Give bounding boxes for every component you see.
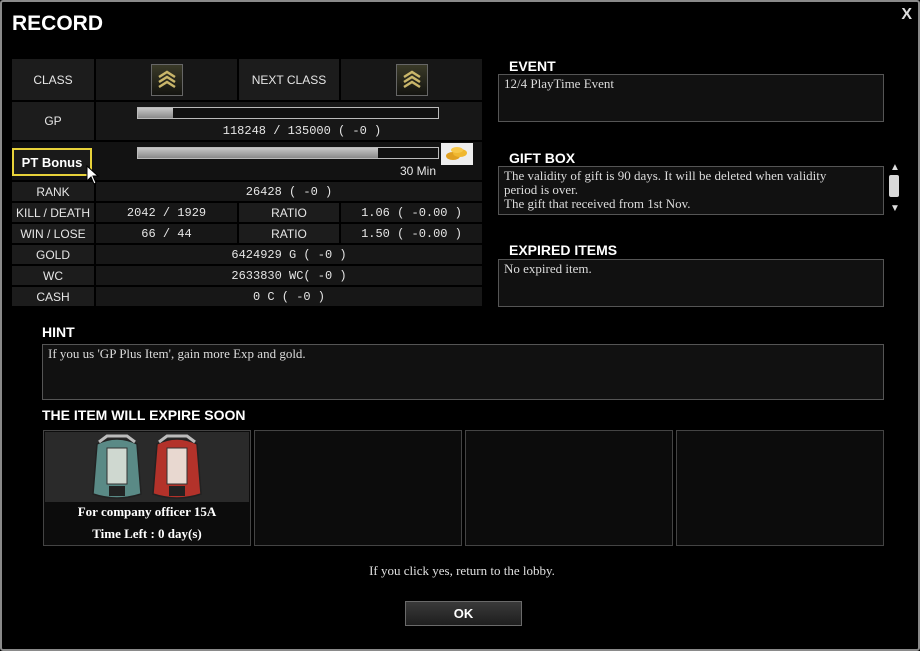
item-name: For company officer 15A <box>77 504 217 519</box>
wc-label: WC <box>12 266 94 285</box>
gift-box-line: The validity of gift is 90 days. It will… <box>504 168 827 183</box>
window-title: RECORD <box>12 12 104 35</box>
item-time-left: Time Left : 0 day(s) <box>92 526 202 541</box>
rank-label: RANK <box>12 182 94 201</box>
wl-ratio-label: RATIO <box>239 224 339 243</box>
expired-items-title: EXPIRED ITEMS <box>509 242 618 258</box>
gift-box-line: period is over. <box>504 182 579 197</box>
hint-title: HINT <box>42 324 75 340</box>
cash-value: 0 C ( -0 ) <box>96 287 482 306</box>
mouse-cursor-icon <box>86 165 100 185</box>
next-class-cell <box>341 59 482 100</box>
gold-value: 6424929 G ( -0 ) <box>96 245 482 264</box>
lobby-notice: If you click yes, return to the lobby. <box>369 563 555 578</box>
cash-label: CASH <box>12 287 94 306</box>
kill-death-value: 2042 / 1929 <box>96 203 237 222</box>
gp-label: GP <box>12 102 94 140</box>
ok-button[interactable]: OK <box>405 601 522 626</box>
event-text: 12/4 PlayTime Event <box>504 76 615 91</box>
hint-box: If you us 'GP Plus Item', gain more Exp … <box>42 344 884 400</box>
expired-items-box: No expired item. <box>498 259 884 307</box>
gold-coins-icon <box>441 143 473 165</box>
pt-bonus-button[interactable]: PT Bonus <box>12 148 92 176</box>
gp-progress-fill <box>138 108 174 118</box>
expire-soon-title: THE ITEM WILL EXPIRE SOON <box>42 407 246 423</box>
win-lose-label: WIN / LOSE <box>12 224 94 243</box>
class-label: CLASS <box>12 59 94 100</box>
event-box: 12/4 PlayTime Event <box>498 74 884 122</box>
gift-box-box: The validity of gift is 90 days. It will… <box>498 166 884 215</box>
item-image <box>45 432 249 502</box>
event-title: EVENT <box>509 58 556 74</box>
pt-bonus-progress-fill <box>138 148 378 158</box>
scroll-down-icon[interactable]: ▼ <box>890 203 900 214</box>
expiring-item-slot[interactable]: For company officer 15A Time Left : 0 da… <box>43 430 251 546</box>
kd-ratio-value: 1.06 ( -0.00 ) <box>341 203 482 222</box>
rank-value: 26428 ( -0 ) <box>96 182 482 201</box>
empty-item-slot <box>465 430 673 546</box>
kill-death-label: KILL / DEATH <box>12 203 94 222</box>
pt-bonus-progress-bar <box>137 147 439 159</box>
close-icon[interactable]: X <box>901 6 912 24</box>
expired-items-text: No expired item. <box>504 261 592 276</box>
class-cell <box>96 59 237 100</box>
gift-box-title: GIFT BOX <box>509 150 576 166</box>
next-class-label: NEXT CLASS <box>239 59 339 100</box>
record-window: RECORD X CLASS NEXT CLASS GP 118248 / 13… <box>0 0 920 651</box>
gift-box-line: The gift that received from 1st Nov. <box>504 196 691 211</box>
wl-ratio-value: 1.50 ( -0.00 ) <box>341 224 482 243</box>
scroll-up-icon[interactable]: ▲ <box>890 162 900 173</box>
pt-bonus-time: 30 Min <box>399 164 436 178</box>
empty-item-slot <box>254 430 462 546</box>
scrollbar-thumb[interactable] <box>889 175 899 197</box>
kd-ratio-label: RATIO <box>239 203 339 222</box>
class-rank-icon <box>150 63 183 96</box>
gp-progress-bar <box>137 107 439 119</box>
gp-value: 118248 / 135000 ( -0 ) <box>222 124 382 138</box>
wc-value: 2633830 WC( -0 ) <box>96 266 482 285</box>
gold-label: GOLD <box>12 245 94 264</box>
empty-item-slot <box>676 430 884 546</box>
win-lose-value: 66 / 44 <box>96 224 237 243</box>
next-class-rank-icon <box>395 63 428 96</box>
hint-text: If you us 'GP Plus Item', gain more Exp … <box>48 346 306 361</box>
armor-vest-icon <box>92 434 202 499</box>
